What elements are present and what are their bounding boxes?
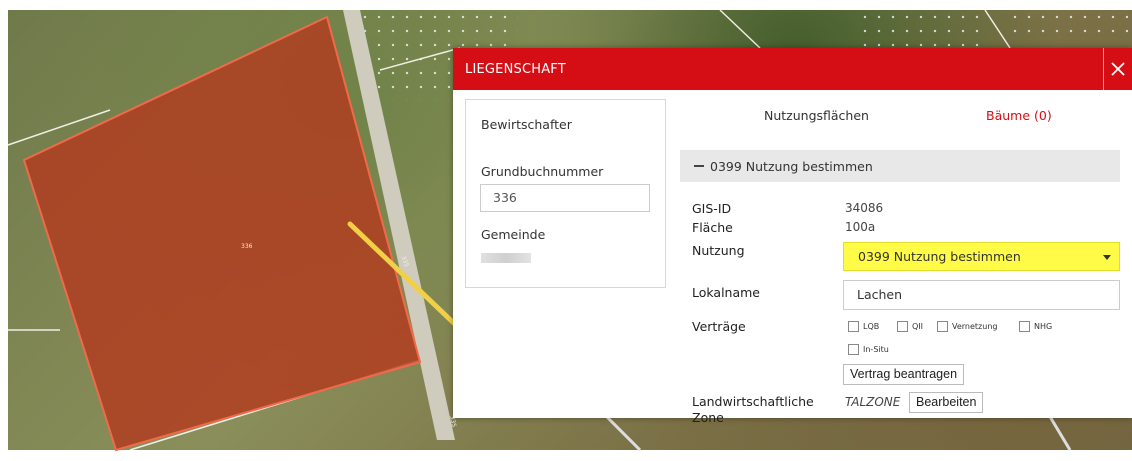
checkbox-box[interactable]	[1019, 321, 1030, 332]
grundbuchnummer-field[interactable]: 336	[480, 184, 650, 212]
grundbuchnummer-label: Grundbuchnummer	[481, 164, 604, 179]
flaeche-value: 100a	[845, 220, 876, 234]
section-title: 0399 Nutzung bestimmen	[710, 158, 873, 174]
vertraege-label: Verträge	[692, 319, 746, 334]
parcel-number-label: 336	[241, 243, 253, 250]
gemeinde-value-redacted	[481, 253, 531, 263]
checkbox-in-situ[interactable]: In-Situ	[848, 344, 889, 355]
checkbox-lqb[interactable]: LQB	[848, 321, 879, 332]
vertrag-beantragen-button[interactable]: Vertrag beantragen	[843, 364, 965, 385]
checkbox-nhg[interactable]: NHG	[1019, 321, 1052, 332]
usage-section-header[interactable]: 0399 Nutzung bestimmen	[680, 150, 1120, 182]
property-dialog: LIEGENSCHAFT Bewirtschafter Grundbuchnum…	[453, 48, 1132, 425]
checkbox-vernetzung[interactable]: Vernetzung	[937, 321, 997, 332]
dialog-title: LIEGENSCHAFT	[465, 61, 566, 77]
nutzung-select[interactable]: 0399 Nutzung bestimmen	[843, 242, 1120, 271]
checkbox-label: QII	[912, 322, 924, 331]
checkbox-box[interactable]	[897, 321, 908, 332]
caret-down-icon	[1103, 255, 1111, 260]
collapse-minus-icon	[694, 165, 704, 167]
checkbox-label: Vernetzung	[952, 322, 998, 331]
close-button[interactable]	[1103, 48, 1132, 90]
flaeche-label: Fläche	[692, 220, 733, 235]
lokalname-label: Lokalname	[692, 285, 760, 300]
checkbox-box[interactable]	[848, 344, 859, 355]
bewirtschafter-label: Bewirtschafter	[481, 117, 572, 132]
landw-zone-value: TALZONE	[845, 395, 901, 409]
checkbox-box[interactable]	[937, 321, 948, 332]
close-icon	[1111, 62, 1125, 76]
checkbox-box[interactable]	[848, 321, 859, 332]
gis-id-label: GIS-ID	[692, 201, 732, 216]
nutzung-select-value: 0399 Nutzung bestimmen	[858, 249, 1021, 264]
checkbox-label: In-Situ	[863, 345, 889, 354]
checkbox-label: NHG	[1034, 322, 1053, 331]
parcel-boundary	[719, 9, 761, 49]
checkbox-qii[interactable]: QII	[897, 321, 923, 332]
tab-nutzungsflaechen[interactable]: Nutzungsflächen	[764, 108, 869, 123]
property-info-card: Bewirtschafter Grundbuchnummer 336 Gemei…	[465, 99, 666, 288]
dialog-header: LIEGENSCHAFT	[453, 48, 1132, 90]
parcel-boundary	[984, 9, 1011, 49]
parcel-boundary	[379, 47, 461, 71]
tab-bar: Nutzungsflächen Bäume (0)	[680, 106, 1120, 128]
nutzung-label: Nutzung	[692, 243, 745, 258]
gemeinde-label: Gemeinde	[481, 227, 546, 242]
lokalname-input[interactable]: Lachen	[843, 280, 1120, 310]
checkbox-label: LQB	[863, 322, 880, 331]
bearbeiten-button[interactable]: Bearbeiten	[909, 392, 984, 413]
landw-zone-label: Landwirtschaftliche Zone	[692, 394, 814, 425]
gis-id-value: 34086	[845, 201, 884, 215]
tab-baeume[interactable]: Bäume (0)	[986, 108, 1052, 123]
